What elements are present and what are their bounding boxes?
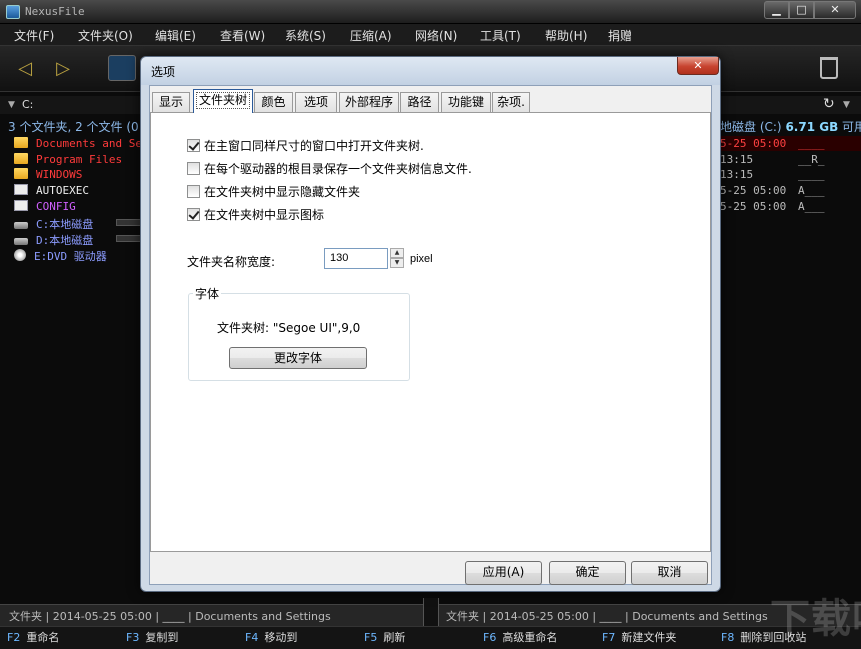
drive-usage-bar — [116, 235, 142, 242]
dropdown-caret-icon[interactable]: ▼ — [843, 100, 850, 110]
folder-icon — [14, 153, 28, 164]
back-arrow-icon[interactable]: ◁ — [10, 54, 40, 84]
menubar: 文件(F) 文件夹(O) 编辑(E) 查看(W) 系统(S) 压缩(A) 网络(… — [0, 24, 861, 46]
apply-button[interactable]: 应用(A) — [465, 561, 542, 585]
checkbox-save-tree-info[interactable]: 在每个驱动器的根目录保存一个文件夹树信息文件. — [187, 160, 472, 176]
right-status: 文件夹 | 2014-05-25 05:00 | ____ | Document… — [446, 610, 768, 623]
dialog-close-button[interactable]: ✕ — [677, 57, 719, 75]
spin-down-icon[interactable]: ▼ — [390, 258, 404, 268]
spin-up-icon[interactable]: ▲ — [390, 248, 404, 258]
drive-usage-bar — [116, 219, 142, 226]
list-item[interactable]: CONFIG — [14, 200, 76, 216]
list-item[interactable]: D:本地磁盘 — [14, 232, 93, 248]
options-dialog: 选项 ✕ 显示 文件夹树 颜色 选项 外部程序 路径 功能键 杂项. 在主窗口同… — [140, 56, 721, 592]
menu-network[interactable]: 网络(N) — [415, 27, 457, 44]
checkbox[interactable] — [187, 185, 200, 198]
font-group-title: 字体 — [193, 285, 222, 302]
fkey-f4[interactable]: F4 移动到 — [245, 629, 297, 645]
menu-help[interactable]: 帮助(H) — [545, 27, 587, 44]
table-row[interactable]: 5-25 05:00 A___ — [720, 200, 825, 216]
menu-system[interactable]: 系统(S) — [285, 27, 326, 44]
app-logo-icon — [6, 5, 20, 19]
tab-options[interactable]: 选项 — [295, 92, 337, 112]
right-panel-summary: 地磁盘 (C:) 6.71 GB 可用 — [720, 120, 861, 134]
tab-display[interactable]: 显示 — [152, 92, 190, 112]
menu-edit[interactable]: 编辑(E) — [155, 27, 196, 44]
left-status: 文件夹 | 2014-05-25 05:00 | ____ | Document… — [9, 610, 331, 623]
fkey-f7[interactable]: F7 新建文件夹 — [602, 629, 676, 645]
watermark: 下载吧 — [770, 596, 861, 642]
current-drive[interactable]: C: — [22, 98, 33, 111]
table-row[interactable]: 13:15 ____ — [720, 168, 825, 184]
tab-function-keys[interactable]: 功能键 — [441, 92, 491, 112]
panel-splitter[interactable] — [423, 598, 439, 626]
table-row[interactable]: 13:15 __R_ — [720, 153, 825, 169]
fkey-f6[interactable]: F6 高级重命名 — [483, 629, 557, 645]
file-icon — [14, 184, 28, 195]
checkbox-open-same-size[interactable]: 在主窗口同样尺寸的窗口中打开文件夹树. — [187, 137, 424, 153]
left-panel-summary: 3 个文件夹, 2 个文件 (0 — [8, 120, 139, 134]
checkbox[interactable] — [187, 208, 200, 221]
list-item[interactable]: C:本地磁盘 — [14, 216, 93, 232]
folder-width-label: 文件夹名称宽度: — [187, 255, 276, 269]
change-font-button[interactable]: 更改字体 — [229, 347, 367, 369]
ok-button[interactable]: 确定 — [549, 561, 626, 585]
font-description: 文件夹树: "Segoe UI",9,0 — [217, 321, 361, 335]
close-button[interactable]: ✕ — [814, 1, 856, 19]
checkbox[interactable] — [187, 162, 200, 175]
checkbox-show-icons[interactable]: 在文件夹树中显示图标 — [187, 206, 324, 222]
list-item[interactable]: E:DVD 驱动器 — [14, 248, 107, 264]
monitor-icon[interactable] — [108, 55, 136, 81]
forward-arrow-icon[interactable]: ▷ — [48, 54, 78, 84]
fkey-f2[interactable]: F2 重命名 — [7, 629, 59, 645]
folder-tree-tab-page: 在主窗口同样尺寸的窗口中打开文件夹树. 在每个驱动器的根目录保存一个文件夹树信息… — [150, 112, 711, 552]
dropdown-caret-icon[interactable]: ▼ — [8, 100, 15, 110]
tab-folder-tree[interactable]: 文件夹树 — [193, 89, 253, 113]
menu-compress[interactable]: 压缩(A) — [350, 27, 392, 44]
refresh-icon[interactable]: ↻ — [823, 96, 835, 112]
dialog-client: 显示 文件夹树 颜色 选项 外部程序 路径 功能键 杂项. 在主窗口同样尺寸的窗… — [149, 85, 712, 585]
folder-icon — [14, 168, 28, 179]
table-row[interactable]: 5-25 05:00 A___ — [720, 184, 825, 200]
menu-view[interactable]: 查看(W) — [220, 27, 265, 44]
list-item[interactable]: Documents and Set — [14, 137, 149, 153]
tab-misc[interactable]: 杂项. — [492, 92, 530, 112]
folder-width-spinner[interactable]: ▲ ▼ — [390, 248, 404, 269]
menu-tools[interactable]: 工具(T) — [480, 27, 521, 44]
width-unit: pixel — [410, 253, 433, 265]
menu-folder[interactable]: 文件夹(O) — [78, 27, 133, 44]
checkbox-show-hidden[interactable]: 在文件夹树中显示隐藏文件夹 — [187, 183, 360, 199]
cancel-button[interactable]: 取消 — [631, 561, 708, 585]
maximize-button[interactable]: □ — [789, 1, 814, 19]
fkey-f5[interactable]: F5 刷新 — [364, 629, 405, 645]
list-item[interactable]: AUTOEXEC — [14, 184, 89, 200]
app-titlebar: NexusFile ▁ □ ✕ — [0, 0, 861, 24]
app-title: NexusFile — [25, 5, 85, 18]
drive-icon — [14, 238, 28, 245]
drive-icon — [14, 222, 28, 229]
table-row[interactable]: 5-25 05:00 ____ — [720, 137, 825, 153]
config-file-icon — [14, 200, 28, 211]
tab-external-programs[interactable]: 外部程序 — [339, 92, 399, 112]
folder-icon — [14, 137, 28, 148]
dvd-icon — [14, 249, 26, 261]
folder-width-input[interactable]: 130 — [324, 248, 388, 269]
dialog-titlebar: 选项 ✕ — [141, 57, 720, 85]
fkey-f3[interactable]: F3 复制到 — [126, 629, 178, 645]
list-item[interactable]: Program Files — [14, 153, 122, 169]
trash-icon[interactable] — [820, 57, 838, 79]
tab-paths[interactable]: 路径 — [400, 92, 439, 112]
checkbox[interactable] — [187, 139, 200, 152]
minimize-button[interactable]: ▁ — [764, 1, 789, 19]
menu-donate[interactable]: 捐赠 — [608, 27, 632, 44]
menu-file[interactable]: 文件(F) — [14, 27, 54, 44]
dialog-title: 选项 — [151, 65, 176, 79]
tab-colors[interactable]: 颜色 — [254, 92, 293, 112]
list-item[interactable]: WINDOWS — [14, 168, 82, 184]
